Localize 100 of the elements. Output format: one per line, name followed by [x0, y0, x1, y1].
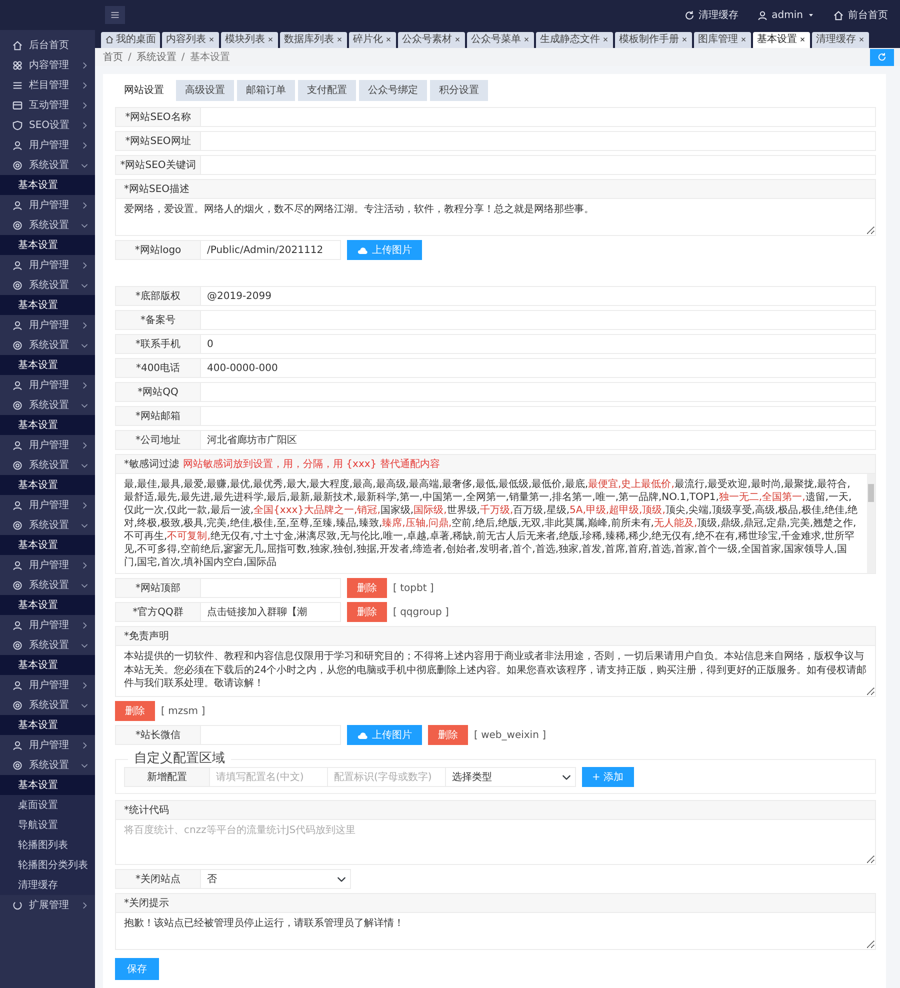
tab[interactable]: 数据库列表	[280, 32, 347, 48]
tab[interactable]: 生成静态文件	[536, 32, 613, 48]
sidebar-subitem[interactable]: 基本设置	[0, 715, 95, 735]
tab[interactable]: 公众号素材	[398, 32, 465, 48]
sidebar-subitem[interactable]: 基本设置	[0, 595, 95, 615]
card-icon	[12, 100, 23, 110]
text-area[interactable]: 抱歉！该站点已经被管理员停止运行，请联系管理员了解详情！	[115, 913, 876, 950]
close-icon	[799, 36, 806, 44]
sidebar-item[interactable]: 系统设置	[0, 515, 95, 535]
text-field[interactable]: 河北省廊坊市广阳区	[201, 430, 876, 450]
sidebar-item[interactable]: SEO设置	[0, 115, 95, 135]
tab[interactable]: 邮箱订单	[237, 80, 295, 102]
sidebar-item[interactable]: 用户管理	[0, 375, 95, 395]
sidebar-item[interactable]: 系统设置	[0, 275, 95, 295]
sidebar-subitem[interactable]: 基本设置	[0, 235, 95, 255]
text-area[interactable]: 爱网络，爱设置。网络人的烟火，数不尽的网络江湖。专注活动，软件，教程分享！总之就是网络那些事。	[115, 199, 876, 236]
sidebar-subitem[interactable]: 基本设置	[0, 175, 95, 195]
sidebar-item[interactable]: 系统设置	[0, 755, 95, 775]
close-icon	[208, 36, 215, 44]
cloud-icon	[357, 730, 368, 741]
text-field[interactable]: @2019-2099	[201, 286, 876, 306]
sidebar-item[interactable]: 系统设置	[0, 215, 95, 235]
sidebar-item[interactable]: 系统设置	[0, 455, 95, 475]
sidebar-subitem[interactable]: 桌面设置	[0, 795, 95, 815]
tab[interactable]: 我的桌面	[101, 32, 160, 48]
toolbar-link[interactable]: 前台首页	[833, 8, 888, 22]
sidebar-item[interactable]: 系统设置	[0, 695, 95, 715]
refresh-button[interactable]	[870, 48, 894, 66]
close-icon	[267, 36, 274, 44]
user-icon	[12, 440, 23, 450]
tab[interactable]: 公众号菜单	[467, 32, 534, 48]
tab[interactable]: 清理缓存	[812, 32, 869, 48]
toolbar-link[interactable]: 清理缓存	[684, 8, 739, 22]
breadcrumb-link[interactable]: 首页	[103, 50, 123, 65]
tab[interactable]: 碎片化	[349, 32, 396, 48]
sidebar-item[interactable]: 系统设置	[0, 335, 95, 355]
home-icon	[105, 35, 114, 44]
close-icon	[454, 36, 461, 44]
sidebar-item[interactable]: 用户管理	[0, 555, 95, 575]
sidebar-subitem[interactable]: 基本设置	[0, 655, 95, 675]
sidebar-item[interactable]: 用户管理	[0, 675, 95, 695]
sidebar-item[interactable]: 互动管理	[0, 95, 95, 115]
sidebar-item[interactable]: 系统设置	[0, 635, 95, 655]
text-area[interactable]: 本站提供的一切软件、教程和内容信息仅限用于学习和研究目的；不得将上述内容用于商业或者非法用途，否则，一切后果请用户自负。本站信息来自网络，版权争议与本站无关。您必须在下载后的24个小时之内，从您的电脑或手机中彻底删除上述内容。如果您喜欢该程序，请支持正版，购买注册，得到更好的正版服务。如有侵权请邮件与我们联系处理。敬请谅解！	[115, 646, 876, 698]
field-label: *官方QQ群	[115, 602, 201, 622]
sidebar-subitem[interactable]: 基本设置	[0, 475, 95, 495]
sidebar-item[interactable]: 系统设置	[0, 155, 95, 175]
sidebar-item[interactable]: 用户管理	[0, 195, 95, 215]
sidebar-subitem[interactable]: 基本设置	[0, 535, 95, 555]
text-field[interactable]: /Public/Admin/2021112	[201, 240, 341, 260]
tab[interactable]: 积分设置	[430, 80, 488, 102]
sidebar-item[interactable]: 内容管理	[0, 55, 95, 75]
text-field[interactable]: 请填写配置名(中文)	[210, 767, 328, 787]
sidebar-item[interactable]: 栏目管理	[0, 75, 95, 95]
sidebar-subitem[interactable]: 清理缓存	[0, 875, 95, 895]
sidebar-subitem[interactable]: 基本设置	[0, 295, 95, 315]
sidebar-subitem[interactable]: 基本设置	[0, 775, 95, 795]
sidebar-subitem[interactable]: 基本设置	[0, 415, 95, 435]
sidebar-item[interactable]: 系统设置	[0, 575, 95, 595]
tab[interactable]: 支付配置	[298, 80, 356, 102]
text-field[interactable]: 0	[201, 334, 876, 354]
user-icon	[756, 10, 768, 20]
field-label: *400电话	[115, 358, 201, 378]
select-field[interactable]: 否	[201, 869, 351, 889]
sidebar-item[interactable]: 用户管理	[0, 735, 95, 755]
tab[interactable]: 高级设置	[176, 80, 234, 102]
toolbar-link[interactable]: admin	[756, 8, 815, 22]
sidebar-subitem[interactable]: 基本设置	[0, 355, 95, 375]
scrollbar[interactable]	[867, 474, 875, 574]
tab[interactable]: 基本设置	[753, 32, 810, 48]
tab[interactable]: 模板制作手册	[615, 32, 692, 48]
breadcrumb-link[interactable]: 系统设置	[136, 50, 176, 65]
sidebar-item[interactable]: 系统设置	[0, 395, 95, 415]
menu-icon	[110, 10, 120, 20]
sidebar-item[interactable]: 用户管理	[0, 315, 95, 335]
breadcrumb-current: 基本设置	[190, 50, 230, 65]
sidebar-item[interactable]: 用户管理	[0, 255, 95, 275]
sidebar-subitem[interactable]: 导航设置	[0, 815, 95, 835]
sidebar-item[interactable]: 用户管理	[0, 135, 95, 155]
tab[interactable]: 图库管理	[694, 32, 751, 48]
text-field[interactable]: 400-0000-000	[201, 358, 876, 378]
user-icon	[12, 380, 23, 390]
sidebar-subitem[interactable]: 轮播图分类列表	[0, 855, 95, 875]
select-field[interactable]: 选择类型	[446, 767, 576, 787]
menu-button[interactable]	[105, 6, 125, 24]
tab[interactable]: 公众号绑定	[359, 80, 427, 102]
sidebar-subitem[interactable]: 轮播图列表	[0, 835, 95, 855]
field-label: *底部版权	[115, 286, 201, 306]
text-area[interactable]: 将百度统计、cnzz等平台的流量统计JS代码放到这里	[115, 820, 876, 865]
close-icon	[858, 36, 865, 44]
sidebar-item[interactable]: 用户管理	[0, 495, 95, 515]
sidebar-item[interactable]: 后台首页	[0, 35, 95, 55]
sidebar-item[interactable]: 扩展管理	[0, 895, 95, 915]
text-field[interactable]: 点击链接加入群聊【潮	[201, 602, 341, 622]
sidebar-item[interactable]: 用户管理	[0, 435, 95, 455]
user-icon	[12, 140, 23, 150]
text-field[interactable]: 配置标识(字母或数字)	[328, 767, 446, 787]
sidebar-item[interactable]: 用户管理	[0, 615, 95, 635]
tab[interactable]: 内容列表	[162, 32, 219, 48]
tab[interactable]: 模块列表	[221, 32, 278, 48]
